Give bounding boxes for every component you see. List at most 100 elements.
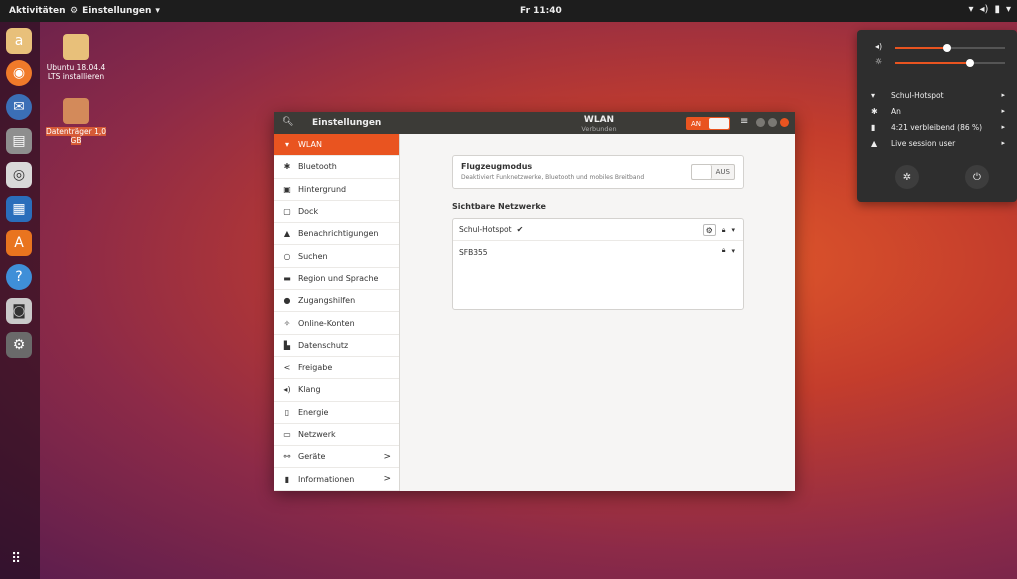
network-row[interactable]: SFB355 🔒︎ ▾ — [453, 241, 743, 263]
title-bar: 🔍︎ Einstellungen WLAN Verbunden AN ≡ — [274, 112, 795, 134]
battery-icon: ▮ — [871, 122, 876, 132]
sysmenu-item-battery[interactable]: ▮ 4:21 verbleibend (86 %) ▸ — [871, 121, 1005, 133]
minimize-icon[interactable] — [756, 118, 765, 127]
power-icon: ⏻ — [973, 171, 981, 183]
online-accounts-icon: ✧ — [283, 318, 291, 328]
desktop-icon-label: Datenträger 1,0 GB — [45, 127, 107, 145]
system-tray[interactable]: ▾ ◂) ▮ ▾ — [969, 4, 1012, 15]
sidebar-item-benachrichtigungen[interactable]: ▲ Benachrichtigungen — [274, 223, 399, 246]
sidebar-item-region[interactable]: ▬ Region und Sprache — [274, 268, 399, 291]
network-row[interactable]: Schul-Hotspot ✔ ⚙ 🔒︎ ▾ — [453, 219, 743, 241]
settings-icon: ⚙ — [70, 6, 79, 16]
sidebar-item-netzwerk[interactable]: ▭ Netzwerk — [274, 424, 399, 447]
sidebar-item-label: Region und Sprache — [298, 273, 379, 283]
volume-slider[interactable]: ◂) — [875, 42, 1005, 53]
brightness-knob[interactable] — [965, 59, 974, 67]
sidebar-item-dock[interactable]: ▢ Dock — [274, 201, 399, 224]
settings-icon: ✲ — [902, 171, 912, 183]
volume-knob[interactable] — [942, 44, 951, 52]
brightness-slider[interactable]: ☼ — [875, 57, 1005, 68]
network-name: Schul-Hotspot — [459, 225, 512, 234]
brightness-fill — [895, 62, 970, 64]
sysmenu-item-user[interactable]: ▲ Live session user ▸ — [871, 137, 1005, 149]
sidebar-item-online-konten[interactable]: ✧ Online-Konten — [274, 312, 399, 335]
app-menu[interactable]: ⚙ Einstellungen ▾ — [70, 6, 160, 16]
sidebar-item-bluetooth[interactable]: ✱ Bluetooth — [274, 156, 399, 179]
bell-icon: ▲ — [283, 229, 291, 239]
power-off-button[interactable]: ⏻ — [965, 165, 989, 189]
screenshot-icon[interactable]: ◙ — [6, 298, 32, 324]
search-icon[interactable]: 🔍︎ — [282, 117, 293, 127]
settings-icon[interactable]: ⚙ — [6, 332, 32, 358]
software-icon[interactable]: A — [6, 230, 32, 256]
sidebar-item-informationen[interactable]: ▮ Informationen > — [274, 468, 399, 491]
lock-icon: 🔒︎ — [721, 225, 726, 234]
volume-track — [895, 44, 1005, 52]
sidebar-item-label: Klang — [298, 385, 321, 395]
wifi-icon: ▾ — [968, 4, 974, 15]
firefox-icon[interactable]: ◉ — [6, 60, 32, 86]
sidebar-item-freigabe[interactable]: < Freigabe — [274, 357, 399, 380]
help-icon[interactable]: ? — [6, 264, 32, 290]
sidebar-item-label: Benachrichtigungen — [298, 229, 379, 239]
flag-icon: ▬ — [283, 273, 291, 283]
sidebar-item-klang[interactable]: ◂) Klang — [274, 379, 399, 402]
sidebar-item-label: Energie — [298, 407, 329, 417]
sidebar-item-suchen[interactable]: ○ Suchen — [274, 245, 399, 268]
sidebar-item-energie[interactable]: ▯ Energie — [274, 402, 399, 424]
dock: a ◉ ✉ ▤ ◎ ▦ A ? ◙ ⚙ ⠿ — [0, 22, 40, 579]
sidebar-item-label: Geräte — [298, 452, 326, 462]
toggle-knob — [709, 118, 729, 129]
close-icon[interactable] — [780, 118, 789, 127]
sidebar-item-hintergrund[interactable]: ▣ Hintergrund — [274, 179, 399, 201]
brightness-track — [895, 59, 1005, 67]
sysmenu-item-wifi[interactable]: ▾ Schul-Hotspot ▸ — [871, 89, 1005, 101]
sidebar-item-label: WLAN — [298, 140, 323, 150]
activities-button[interactable]: Aktivitäten — [9, 6, 65, 16]
rhythmbox-icon[interactable]: ◎ — [6, 162, 32, 188]
sidebar-item-label: Hintergrund — [298, 184, 347, 194]
wifi-signal-icon: ▾ — [731, 246, 735, 255]
sidebar-item-label: Dock — [298, 207, 319, 217]
sidebar-item-geraete[interactable]: ⚯ Geräte > — [274, 446, 399, 469]
wifi-signal-icon: ▾ — [731, 226, 735, 234]
switch-knob — [692, 165, 712, 179]
clock[interactable]: Fr 11:40 — [520, 6, 562, 16]
panel-title-main: WLAN — [583, 115, 615, 125]
volume-icon: ◂) — [875, 42, 883, 51]
window-title: Einstellungen — [312, 118, 382, 128]
chevron-right-icon: > — [383, 474, 391, 485]
wifi-toggle[interactable]: AN — [686, 117, 730, 130]
show-applications-icon[interactable]: ⠿ — [11, 551, 29, 569]
sound-icon: ◂) — [283, 385, 291, 395]
panel-title: WLAN Verbunden — [574, 115, 624, 133]
airplane-mode-switch[interactable]: AUS — [691, 164, 735, 180]
hamburger-menu-icon[interactable]: ≡ — [740, 116, 748, 127]
desktop-icon-label: Ubuntu 18.04.4 LTS installieren — [46, 63, 106, 81]
sidebar-item-label: Datenschutz — [298, 340, 349, 350]
network-settings-button[interactable]: ⚙ — [702, 224, 716, 236]
privacy-icon: ▙ — [283, 340, 291, 350]
arrow-right-icon: ▸ — [1001, 107, 1005, 115]
files-icon[interactable]: ▤ — [6, 128, 32, 154]
desktop-volume-icon[interactable]: Datenträger 1,0 GB — [44, 98, 108, 145]
sidebar-item-zugangshilfen[interactable]: ● Zugangshilfen — [274, 290, 399, 313]
sidebar-item-datenschutz[interactable]: ▙ Datenschutz — [274, 335, 399, 357]
arrow-right-icon: ▸ — [1001, 91, 1005, 99]
desktop-install-icon[interactable]: Ubuntu 18.04.4 LTS installieren — [44, 34, 108, 81]
maximize-icon[interactable] — [768, 118, 777, 127]
amazon-icon[interactable]: a — [6, 28, 32, 54]
sysmenu-item-label: An — [891, 106, 901, 116]
user-icon: ▲ — [871, 138, 878, 148]
thunderbird-icon[interactable]: ✉ — [6, 94, 32, 120]
info-icon: ▮ — [284, 474, 290, 484]
sidebar-item-wlan[interactable]: ▾ WLAN — [274, 134, 399, 157]
writer-icon[interactable]: ▦ — [6, 196, 32, 222]
settings-button[interactable]: ✲ — [895, 165, 919, 189]
arrow-right-icon: ▸ — [1001, 123, 1005, 131]
sysmenu-item-bluetooth[interactable]: ✱ An ▸ — [871, 105, 1005, 117]
sysmenu-item-label: Schul-Hotspot — [891, 90, 944, 100]
airplane-mode-description: Deaktiviert Funknetzwerke, Bluetooth und… — [461, 174, 645, 181]
network-icon: ▭ — [283, 430, 291, 439]
wifi-toggle-label: AN — [691, 119, 702, 128]
